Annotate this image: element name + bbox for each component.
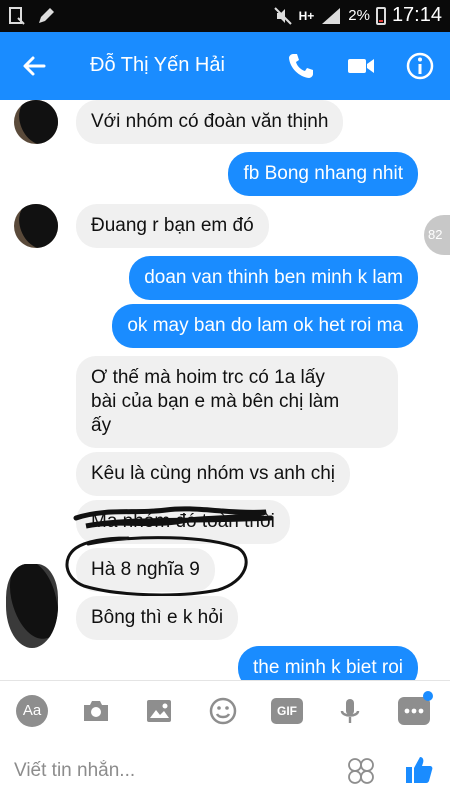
phone-call-icon[interactable]	[285, 50, 317, 82]
message-incoming-multiline[interactable]: Ơ thế mà hoim trc có 1a lấy bài của bạn …	[76, 356, 398, 448]
camera-icon[interactable]	[80, 695, 112, 727]
notification-dot	[423, 691, 433, 701]
chat-header: Đỗ Thị Yến Hải	[0, 32, 450, 100]
video-call-icon[interactable]	[345, 50, 377, 82]
back-arrow-icon[interactable]	[18, 50, 50, 82]
composer-toolbar: Aa GIF	[0, 680, 450, 740]
battery-icon	[375, 6, 386, 25]
microphone-icon[interactable]	[334, 695, 366, 727]
stickers-icon[interactable]	[346, 756, 376, 786]
message-outgoing[interactable]: doan van thinh ben minh k lam	[129, 256, 418, 300]
contact-name[interactable]: Đỗ Thị Yến Hải	[90, 54, 225, 77]
clock: 17:14	[391, 4, 442, 26]
more-options-button[interactable]	[398, 697, 430, 725]
message-list[interactable]: Với nhóm có đoàn văn thịnh fb Bong nhang…	[0, 100, 450, 680]
edit-notification-icon	[39, 8, 54, 23]
message-input[interactable]	[14, 756, 314, 786]
unread-counter-badge[interactable]: 82	[424, 215, 450, 255]
message-input-row	[0, 740, 450, 800]
network-type: H+	[298, 8, 315, 23]
emoji-icon[interactable]	[207, 695, 239, 727]
text-style-button[interactable]: Aa	[16, 695, 48, 727]
message-outgoing[interactable]: the minh k biet roi	[238, 646, 418, 680]
message-outgoing[interactable]: ok may ban do lam ok het roi ma	[112, 304, 418, 348]
battery-percent: 2%	[348, 7, 370, 24]
mute-icon	[273, 6, 292, 25]
info-icon[interactable]	[404, 50, 436, 82]
gif-button[interactable]: GIF	[271, 698, 303, 724]
more-dots-icon	[404, 708, 424, 714]
message-incoming[interactable]: Kêu là cùng nhóm vs anh chị	[76, 452, 350, 496]
screenshot-notification-icon	[9, 7, 25, 25]
message-line: ấy	[91, 415, 112, 436]
like-thumb-icon[interactable]	[404, 754, 434, 786]
message-incoming[interactable]: Bông thì e k hỏi	[76, 596, 239, 640]
hand-drawn-circle	[65, 536, 248, 597]
contact-avatar[interactable]	[6, 564, 58, 648]
contact-avatar[interactable]	[14, 100, 58, 144]
message-incoming[interactable]: Với nhóm có đoàn văn thịnh	[76, 100, 344, 144]
gallery-icon[interactable]	[143, 695, 175, 727]
message-line: Ơ thế mà hoim trc có 1a lấy	[91, 367, 325, 388]
message-line: bài của bạn e mà bên chị làm	[91, 391, 340, 412]
message-incoming[interactable]: Đuang r bạn em đó	[76, 204, 269, 248]
signal-icon	[322, 7, 341, 24]
status-bar: H+ 2% 17:14	[0, 0, 450, 32]
contact-avatar[interactable]	[14, 204, 58, 248]
message-outgoing[interactable]: fb Bong nhang nhit	[228, 152, 418, 196]
